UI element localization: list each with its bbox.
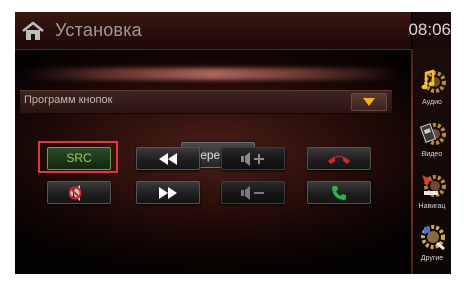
- mute-icon: [69, 184, 82, 201]
- title-bar: Установка: [15, 12, 411, 50]
- sidebar: Аудио Видео Навигац Другие: [413, 49, 451, 274]
- page-title: Установка: [55, 20, 142, 40]
- clock-time: 08:06: [408, 20, 451, 39]
- call-button[interactable]: [307, 181, 371, 204]
- sidebar-item-other[interactable]: Другие: [413, 219, 451, 269]
- volume-down-button[interactable]: [221, 181, 285, 204]
- sidebar-item-label: Видео: [421, 151, 443, 158]
- chevron-down-icon: [363, 98, 375, 106]
- fast-forward-icon: [159, 186, 177, 199]
- sidebar-item-video[interactable]: Видео: [413, 115, 451, 165]
- clock-area: 08:06: [408, 12, 451, 49]
- decorative-light-band: [25, 68, 401, 80]
- sidebar-item-audio[interactable]: Аудио: [413, 63, 451, 113]
- rewind-button[interactable]: [136, 147, 200, 170]
- sidebar-item-label: Навигац: [418, 203, 446, 210]
- volume-up-icon: [241, 151, 264, 166]
- home-icon[interactable]: [21, 21, 45, 41]
- navigation-gear-icon: [422, 175, 446, 197]
- phone-hang-up-icon: [328, 155, 350, 164]
- volume-down-icon: [241, 185, 264, 200]
- hang-up-button[interactable]: [307, 147, 371, 170]
- music-note-gear-icon: [421, 69, 446, 93]
- src-button[interactable]: SRC: [47, 147, 111, 170]
- other-gear-icon: [421, 225, 445, 251]
- dropdown-label: Программ кнопок: [24, 94, 113, 106]
- sidebar-item-navigation[interactable]: Навигац: [413, 167, 451, 217]
- sidebar-item-label: Другие: [420, 255, 444, 262]
- sidebar-item-label: Аудио: [422, 99, 442, 106]
- film-gear-icon: [420, 123, 446, 145]
- fast-forward-button[interactable]: [136, 181, 200, 204]
- volume-up-button[interactable]: [221, 147, 285, 170]
- head-unit-screen: Установка 08:06 Программ кнопок Перепрог…: [15, 12, 451, 274]
- mute-button[interactable]: [47, 181, 111, 204]
- rewind-icon: [159, 152, 177, 165]
- dropdown-toggle-button[interactable]: [351, 93, 387, 111]
- phone-call-icon: [332, 185, 346, 200]
- button-program-dropdown[interactable]: Программ кнопок: [20, 90, 392, 114]
